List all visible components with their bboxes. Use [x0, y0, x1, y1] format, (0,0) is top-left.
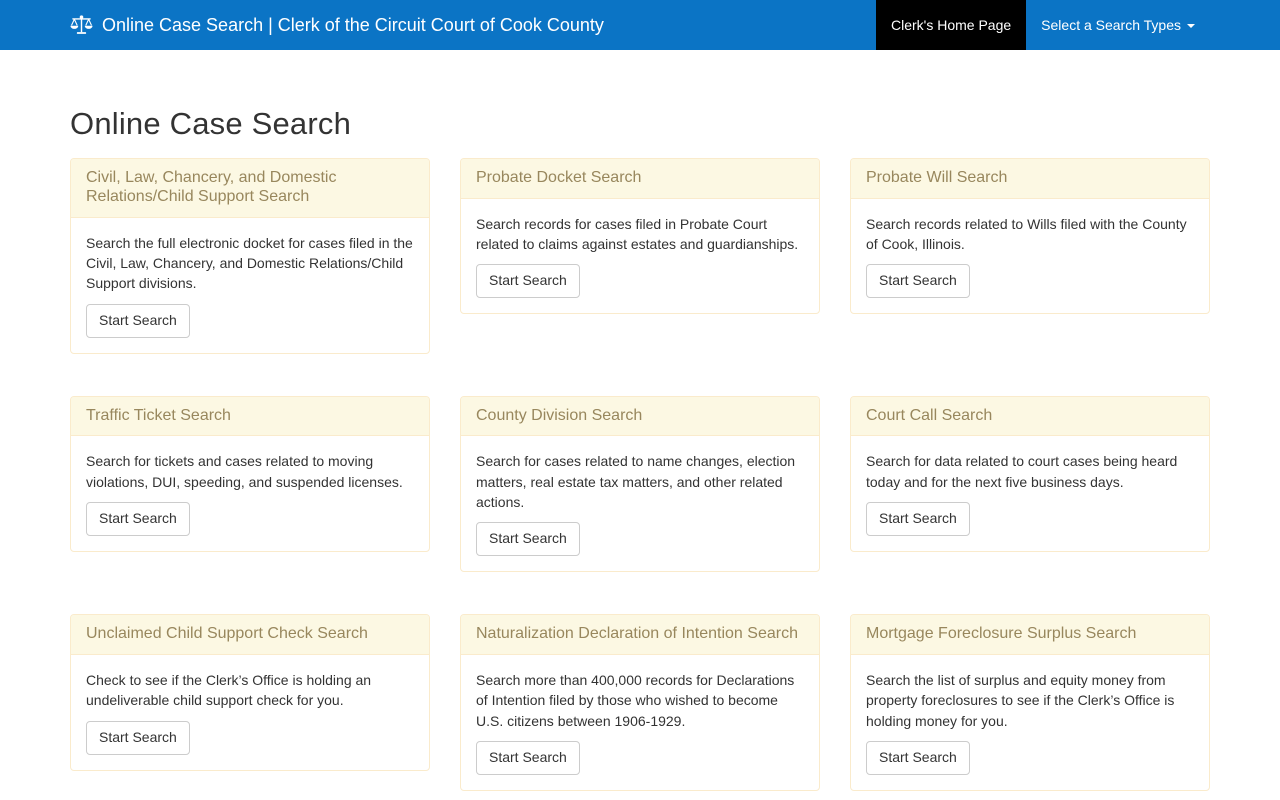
card-title: Traffic Ticket Search: [71, 396, 429, 437]
card-description: Search records for cases filed in Probat…: [476, 215, 799, 253]
start-search-button[interactable]: Start Search: [86, 720, 190, 755]
card-row-3: Unclaimed Child Support Check Search Che…: [70, 614, 1210, 791]
card-description: Check to see if the Clerk’s Office is ho…: [86, 672, 372, 709]
card-description: Search for cases related to name changes…: [476, 453, 796, 510]
nav-clerks-home-page[interactable]: Clerk's Home Page: [876, 0, 1027, 50]
card-title: Unclaimed Child Support Check Search: [71, 615, 429, 656]
card-title: Probate Will Search: [851, 159, 1209, 199]
card-court-call: Court Call Search Search for data relate…: [850, 395, 1210, 552]
card-description: Search for data related to court cases b…: [866, 453, 1178, 490]
card-description: Search the list of surplus and equity mo…: [866, 672, 1175, 729]
card-description: Search the full electronic docket for ca…: [86, 234, 413, 292]
card-civil-law-chancery: Civil, Law, Chancery, and Domestic Relat…: [70, 158, 430, 354]
card-title: Naturalization Declaration of Intention …: [461, 615, 819, 656]
start-search-button[interactable]: Start Search: [476, 264, 580, 299]
main-content: Online Case Search Civil, Law, Chancery,…: [55, 106, 1225, 791]
card-probate-docket: Probate Docket Search Search records for…: [460, 158, 820, 315]
card-description: Search more than 400,000 records for Dec…: [476, 672, 795, 729]
start-search-button[interactable]: Start Search: [476, 740, 580, 775]
start-search-button[interactable]: Start Search: [86, 303, 190, 338]
start-search-button[interactable]: Start Search: [86, 501, 190, 536]
start-search-button[interactable]: Start Search: [476, 522, 580, 557]
dropdown-label: Select a Search Types: [1041, 17, 1181, 33]
page-title: Online Case Search: [70, 106, 352, 141]
card-naturalization-declaration: Naturalization Declaration of Intention …: [460, 614, 820, 791]
card-row-2: Traffic Ticket Search Search for tickets…: [70, 395, 1210, 573]
card-title: Court Call Search: [851, 396, 1209, 437]
navbar-menu: Clerk's Home Page Select a Search Types: [876, 0, 1210, 50]
card-title: Mortgage Foreclosure Surplus Search: [851, 615, 1209, 656]
navbar-brand[interactable]: Online Case Search | Clerk of the Circui…: [70, 0, 604, 50]
card-title: Probate Docket Search: [461, 159, 819, 199]
navbar: Online Case Search | Clerk of the Circui…: [0, 0, 1280, 50]
card-description: Search for tickets and cases related to …: [86, 453, 403, 490]
card-mortgage-foreclosure-surplus: Mortgage Foreclosure Surplus Search Sear…: [850, 614, 1210, 791]
start-search-button[interactable]: Start Search: [866, 264, 970, 299]
card-row-1: Civil, Law, Chancery, and Domestic Relat…: [70, 158, 1210, 354]
start-search-button[interactable]: Start Search: [866, 740, 970, 775]
balance-scale-icon: [70, 15, 93, 35]
card-unclaimed-child-support: Unclaimed Child Support Check Search Che…: [70, 614, 430, 771]
card-county-division: County Division Search Search for cases …: [460, 395, 820, 573]
card-title: Civil, Law, Chancery, and Domestic Relat…: [71, 159, 429, 218]
card-title: County Division Search: [461, 396, 819, 437]
start-search-button[interactable]: Start Search: [866, 501, 970, 536]
card-probate-will: Probate Will Search Search records relat…: [850, 158, 1210, 315]
brand-title: Online Case Search | Clerk of the Circui…: [102, 14, 604, 35]
card-description: Search records related to Wills filed wi…: [866, 215, 1187, 253]
nav-search-types-dropdown[interactable]: Select a Search Types: [1026, 0, 1210, 50]
caret-down-icon: [1187, 23, 1195, 28]
card-traffic-ticket: Traffic Ticket Search Search for tickets…: [70, 395, 430, 552]
